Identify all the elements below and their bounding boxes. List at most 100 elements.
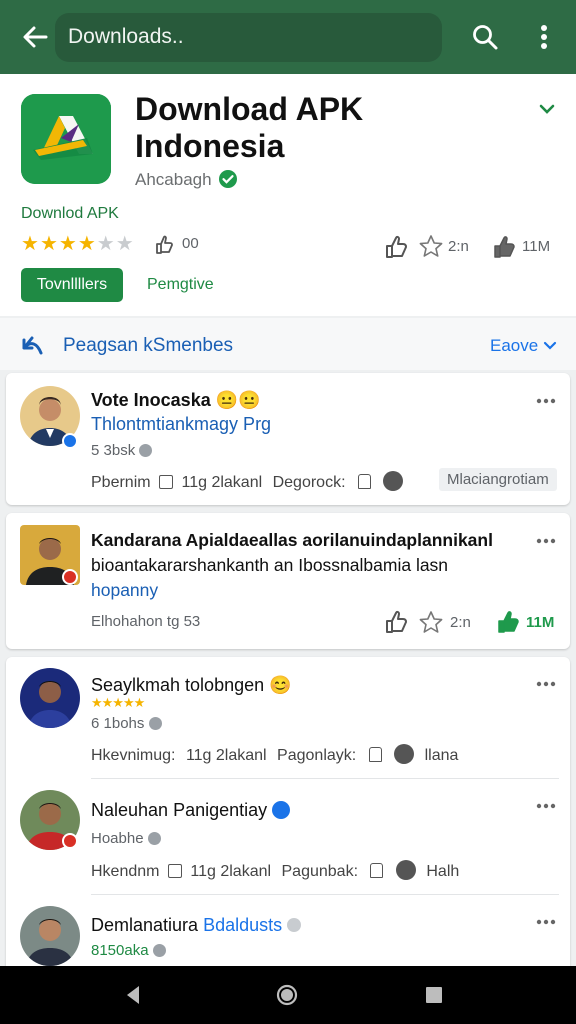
thumbs-up-icon[interactable] <box>384 235 410 259</box>
reviewer-name-text: Naleuhan Panigentiay <box>91 800 268 820</box>
avatar[interactable] <box>20 906 80 966</box>
secondary-link[interactable]: Pemgtive <box>147 276 214 294</box>
share-icon[interactable] <box>368 747 382 762</box>
verified-icon <box>272 801 291 819</box>
app-info-card: Download APK Indonesia Ahcabagh Downlod … <box>0 74 576 316</box>
reviewer-name[interactable]: Naleuhan Panigentiay <box>91 800 291 821</box>
app-title-line-2: Indonesia <box>135 128 285 164</box>
more-horiz-icon[interactable] <box>536 398 556 404</box>
more-horiz-icon[interactable] <box>536 538 556 544</box>
reviewer-name-text: Vote Inocaska <box>91 390 211 410</box>
reviewer-name-text: Seaylkmah tolobngen <box>91 675 265 695</box>
star-rating: ★★★★★★ <box>21 231 135 256</box>
review-date-text: 8150aka <box>91 942 149 959</box>
developer-name[interactable]: Ahcabagh <box>135 170 212 190</box>
review-chip[interactable]: Mlaciangrotiam <box>439 468 557 491</box>
thumbs-up-icon[interactable] <box>492 235 518 259</box>
back-arrow-icon[interactable] <box>20 22 50 52</box>
review-date: 6 1bohs <box>91 715 162 732</box>
action-label-1[interactable]: Pbernim <box>91 474 151 491</box>
review-card: Kandarana Apialdaeallas aorilanuindaplan… <box>6 513 570 649</box>
system-nav-bar <box>0 966 576 1024</box>
reviewer-name[interactable]: Demlanatiura Bdaldusts <box>91 915 302 936</box>
action-label-4[interactable]: Halh <box>426 863 459 880</box>
reviewer-name[interactable]: Kandarana Apialdaeallas aorilanuindaplan… <box>91 530 493 551</box>
action-label-3[interactable]: Pagunbak: <box>282 863 359 880</box>
action-label-4[interactable]: llana <box>425 747 459 764</box>
verified-icon <box>219 170 237 188</box>
action-label-1[interactable]: Hkevnimug: <box>91 747 175 764</box>
reviews-header: Peagsan kSmenbes Eaove <box>0 318 576 370</box>
emoji-icon: 😐😐 <box>215 390 261 410</box>
globe-icon <box>148 717 162 730</box>
star-icon: ★ <box>39 233 59 255</box>
action-label-3[interactable]: Pagonlayk: <box>277 747 356 764</box>
app-logo <box>21 94 111 184</box>
app-stats: 2:n 11M <box>384 234 559 260</box>
review-date-text: Hoabhe <box>91 830 144 847</box>
star-empty-icon: ★ <box>115 233 135 255</box>
review-actions: Hkevnimug: 11g 2lakanl Pagonlayk: llana <box>91 744 458 765</box>
review-link[interactable]: hopanny <box>91 578 448 603</box>
recents-nav-icon[interactable] <box>425 986 443 1004</box>
share-icon[interactable] <box>357 474 371 489</box>
review-actions: Hkendnm 11g 2lakanl Pagunbak: Halh <box>91 860 459 881</box>
reviews-title: Peagsan kSmenbes <box>63 335 234 356</box>
globe-icon <box>147 832 161 845</box>
thumbs-up-icon[interactable] <box>394 744 415 764</box>
reviewer-name-text: Demlanatiura <box>91 915 199 935</box>
more-horiz-icon[interactable] <box>536 681 556 687</box>
thumb-side-icon <box>156 235 173 254</box>
star-empty-icon: ★ <box>96 233 116 255</box>
info-icon <box>287 918 302 932</box>
stat-value-2: 11M <box>526 614 555 631</box>
reviewer-tag[interactable]: Bdaldusts <box>203 915 282 935</box>
action-label-3[interactable]: Degorock: <box>273 474 346 491</box>
chevron-down-icon[interactable] <box>537 101 557 117</box>
app-title-line-1: Download APK <box>135 91 364 127</box>
comment-icon[interactable] <box>159 475 174 489</box>
review-stars: ★★★★★ <box>91 695 145 710</box>
star-icon: ★ <box>77 233 97 255</box>
sort-dropdown[interactable]: Eaove <box>490 336 538 356</box>
badge-icon <box>62 569 78 585</box>
star-outline-icon[interactable] <box>418 610 444 634</box>
more-vert-icon[interactable] <box>532 22 556 52</box>
reviewer-name[interactable]: Vote Inocaska 😐😐 <box>91 390 261 411</box>
review-actions: Pbernim 11g 2lakanl Degorock: <box>91 471 404 492</box>
thumbs-up-icon[interactable] <box>384 610 410 634</box>
search-icon[interactable] <box>470 22 500 52</box>
share-icon[interactable] <box>370 863 384 878</box>
thumbs-up-icon[interactable] <box>496 610 522 634</box>
divider <box>91 894 559 895</box>
divider <box>91 778 559 779</box>
review-text: bioantakararshankanth an Ibossnalbamia l… <box>91 553 448 603</box>
action-label-2[interactable]: 11g 2lakanl <box>190 863 271 880</box>
action-label-1[interactable]: Hkendnm <box>91 863 159 880</box>
star-outline-icon[interactable] <box>418 234 444 258</box>
more-horiz-icon[interactable] <box>536 919 556 925</box>
action-label-2[interactable]: 11g 2lakanl <box>186 747 267 764</box>
review-date-text: 6 1bohs <box>91 715 145 732</box>
more-horiz-icon[interactable] <box>536 803 556 809</box>
app-subtitle: Downlod APK <box>21 205 119 222</box>
review-stats: 2:n 11M <box>384 610 564 636</box>
review-list-card: Seaylkmah tolobngen 😊 ★★★★★ 6 1bohs Hkev… <box>6 657 570 977</box>
thumbs-up-icon[interactable] <box>383 471 404 491</box>
comment-icon[interactable] <box>167 864 182 878</box>
search-input[interactable]: Downloads.. <box>68 25 184 49</box>
home-nav-icon[interactable] <box>276 984 298 1006</box>
stat-value-1: 2:n <box>448 238 469 255</box>
reviewer-name[interactable]: Seaylkmah tolobngen 😊 <box>91 675 292 696</box>
review-date: 8150aka <box>91 942 166 959</box>
install-button[interactable]: Tovnllllers <box>21 268 123 302</box>
chevron-down-icon[interactable] <box>543 340 557 352</box>
search-field[interactable]: Downloads.. <box>55 13 442 62</box>
review-date: Elhohahon tg 53 <box>91 613 201 630</box>
back-nav-icon[interactable] <box>123 984 143 1006</box>
top-app-bar: Downloads.. <box>0 0 576 74</box>
action-label-2[interactable]: 11g 2lakanl <box>181 474 262 491</box>
thumbs-up-icon[interactable] <box>395 860 416 880</box>
reply-icon <box>22 336 43 355</box>
avatar[interactable] <box>20 668 80 728</box>
